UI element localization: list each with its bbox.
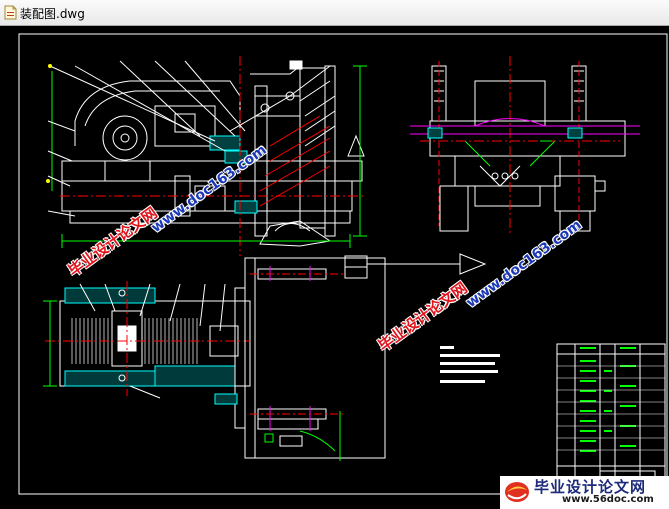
drawing-canvas[interactable]: 毕业设计论文网 www.doc163.com 毕业设计论文网 www.doc16… — [0, 26, 669, 509]
logo-url: www.56doc.com — [562, 494, 654, 505]
technical-notes — [440, 346, 500, 383]
dwg-document-icon — [4, 5, 17, 20]
side-view — [410, 56, 640, 236]
swirl-ball-icon — [505, 482, 529, 502]
cad-drawing — [18, 33, 668, 495]
window-titlebar: 装配图.dwg — [0, 0, 669, 26]
site-logo: 毕业设计论文网 www.56doc.com — [500, 476, 669, 509]
top-view — [43, 257, 256, 459]
drawing-frame — [18, 33, 668, 495]
front-view — [46, 56, 367, 256]
window-title: 装配图.dwg — [20, 7, 85, 21]
title-block — [556, 343, 666, 490]
